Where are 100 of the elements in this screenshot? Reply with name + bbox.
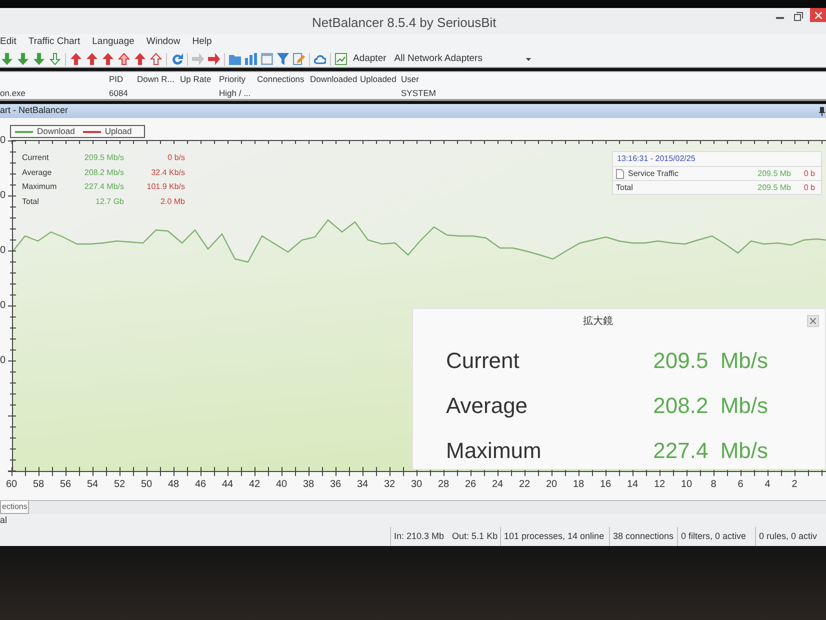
magnifier-label: Current bbox=[446, 346, 520, 374]
download-stat-value: 12.7 Gb bbox=[94, 196, 124, 208]
download-traffic-value: 209.5 Mb bbox=[756, 182, 791, 194]
y-axis-label: 0 bbox=[0, 355, 6, 366]
panel-tab[interactable]: ections bbox=[0, 501, 30, 514]
x-axis-label: 32 bbox=[382, 479, 396, 491]
status-text: 38 connections bbox=[613, 530, 674, 543]
refresh-icon[interactable] bbox=[171, 53, 183, 65]
legend-label: Download bbox=[37, 125, 75, 138]
up-arrow-icon[interactable] bbox=[150, 53, 162, 65]
download-stat-value: 209.5 Mb/s bbox=[83, 152, 124, 164]
x-axis-label: 34 bbox=[356, 479, 370, 491]
up-arrow-icon[interactable] bbox=[86, 53, 98, 65]
x-axis-label: 14 bbox=[626, 479, 640, 491]
column-header[interactable]: PID bbox=[105, 73, 133, 86]
menu-item[interactable]: Edit bbox=[0, 35, 16, 50]
x-axis-label: 28 bbox=[436, 479, 450, 491]
down-arrow-icon[interactable] bbox=[1, 53, 13, 65]
right-arrow-icon[interactable] bbox=[208, 53, 220, 65]
down-arrow-icon[interactable] bbox=[49, 53, 61, 65]
column-header[interactable]: Connections bbox=[253, 73, 306, 86]
up-arrow-icon[interactable] bbox=[134, 53, 146, 65]
up-arrow-icon[interactable] bbox=[102, 53, 114, 65]
window-title: NetBalancer 8.5.4 by SeriousBit bbox=[312, 15, 496, 30]
legend-label: Upload bbox=[104, 125, 132, 138]
down-arrow-icon[interactable] bbox=[17, 53, 29, 65]
column-header[interactable]: Downloaded bbox=[306, 73, 356, 86]
x-axis-label: 44 bbox=[220, 479, 234, 491]
panel-text: al bbox=[0, 514, 8, 527]
download-stat-value: 208.2 Mb/s bbox=[83, 166, 124, 179]
x-axis-label: 48 bbox=[166, 479, 180, 491]
x-axis-label: 8 bbox=[710, 479, 718, 491]
status-text: In: 210.3 Mb bbox=[394, 530, 444, 543]
stat-label: Maximum bbox=[22, 181, 58, 194]
y-axis-label: 0 bbox=[0, 190, 6, 201]
magnifier-value: 227.4 Mb/s bbox=[653, 436, 768, 464]
menu-item[interactable]: Window bbox=[146, 35, 180, 50]
line-chart-icon[interactable] bbox=[335, 53, 347, 65]
x-axis-label: 4 bbox=[764, 479, 772, 491]
process-name-cell-text: on.exe bbox=[0, 87, 27, 100]
magnifier-value: 209.5 Mb/s bbox=[653, 346, 768, 374]
bar-chart-icon[interactable] bbox=[245, 53, 257, 65]
x-axis-label: 42 bbox=[248, 479, 262, 491]
x-axis-label: 24 bbox=[490, 479, 504, 491]
x-axis-label: 10 bbox=[680, 479, 694, 491]
x-axis-label: 56 bbox=[58, 479, 72, 491]
x-axis-label: 30 bbox=[410, 479, 424, 491]
x-axis-label: 52 bbox=[112, 479, 126, 491]
status-text: 0 rules, 0 activ bbox=[759, 530, 818, 543]
adapter-dropdown[interactable]: All Network Adapters bbox=[394, 52, 534, 66]
y-axis-label: 0 bbox=[0, 135, 6, 146]
panel-title: art - NetBalancer bbox=[0, 104, 68, 118]
restore-icon[interactable] bbox=[794, 12, 803, 21]
close-button[interactable] bbox=[810, 8, 826, 22]
down-arrow-icon[interactable] bbox=[33, 53, 45, 65]
upload-traffic-value: 0 b bbox=[802, 182, 816, 194]
column-header[interactable]: Priority bbox=[215, 73, 253, 86]
x-axis-label: 38 bbox=[302, 479, 316, 491]
up-arrow-icon[interactable] bbox=[118, 53, 130, 65]
stat-label: Current bbox=[22, 152, 50, 164]
x-axis-label: 26 bbox=[464, 479, 478, 491]
column-header[interactable]: User bbox=[397, 73, 826, 86]
status-text: 0 filters, 0 active bbox=[681, 530, 746, 543]
x-axis-label: 20 bbox=[544, 479, 558, 491]
filter-icon[interactable] bbox=[277, 53, 289, 65]
download-traffic-value: 209.5 Mb bbox=[756, 168, 791, 180]
x-axis-label: 16 bbox=[598, 479, 612, 491]
x-axis-label: 2 bbox=[790, 479, 798, 491]
y-axis-label: 0 bbox=[0, 300, 6, 311]
upload-stat-value: 0 b/s bbox=[166, 152, 185, 164]
magnifier-title: 拡大鏡 bbox=[583, 314, 613, 328]
cloud-icon[interactable] bbox=[314, 53, 326, 65]
folder-icon[interactable] bbox=[229, 53, 241, 65]
caret-icon bbox=[526, 58, 532, 60]
x-axis-label: 40 bbox=[274, 479, 288, 491]
edit-icon[interactable] bbox=[293, 53, 305, 65]
magnifier-label: Average bbox=[446, 392, 528, 420]
upload-traffic-value: 0 b bbox=[802, 168, 816, 180]
status-text: 101 processes, 14 online bbox=[504, 530, 604, 543]
y-axis-label: 0 bbox=[0, 245, 6, 256]
x-axis-label: 46 bbox=[194, 479, 208, 491]
column-header[interactable]: Up Rate bbox=[176, 73, 215, 86]
column-header[interactable]: Down R... bbox=[133, 73, 176, 86]
x-axis-label: 60 bbox=[4, 479, 18, 491]
magnifier-close-button[interactable] bbox=[807, 315, 819, 327]
menu-item[interactable]: Help bbox=[192, 35, 212, 50]
magnifier-label: Maximum bbox=[446, 436, 542, 464]
up-arrow-icon[interactable] bbox=[70, 53, 82, 65]
x-axis-label: 54 bbox=[86, 479, 100, 491]
traffic-label: Service Traffic bbox=[628, 168, 680, 180]
x-axis-label: 6 bbox=[736, 479, 744, 491]
menu-item[interactable]: Traffic Chart bbox=[28, 35, 80, 50]
pin-icon[interactable] bbox=[819, 106, 825, 116]
upload-stat-value: 32.4 Kb/s bbox=[150, 166, 185, 179]
menu-item[interactable]: Language bbox=[92, 35, 134, 50]
stat-label: Total bbox=[22, 196, 40, 208]
window-icon[interactable] bbox=[261, 53, 273, 65]
status-text: Out: 5.1 Kb bbox=[452, 530, 498, 543]
close-icon bbox=[814, 12, 822, 18]
column-header[interactable]: Uploaded bbox=[356, 73, 397, 86]
